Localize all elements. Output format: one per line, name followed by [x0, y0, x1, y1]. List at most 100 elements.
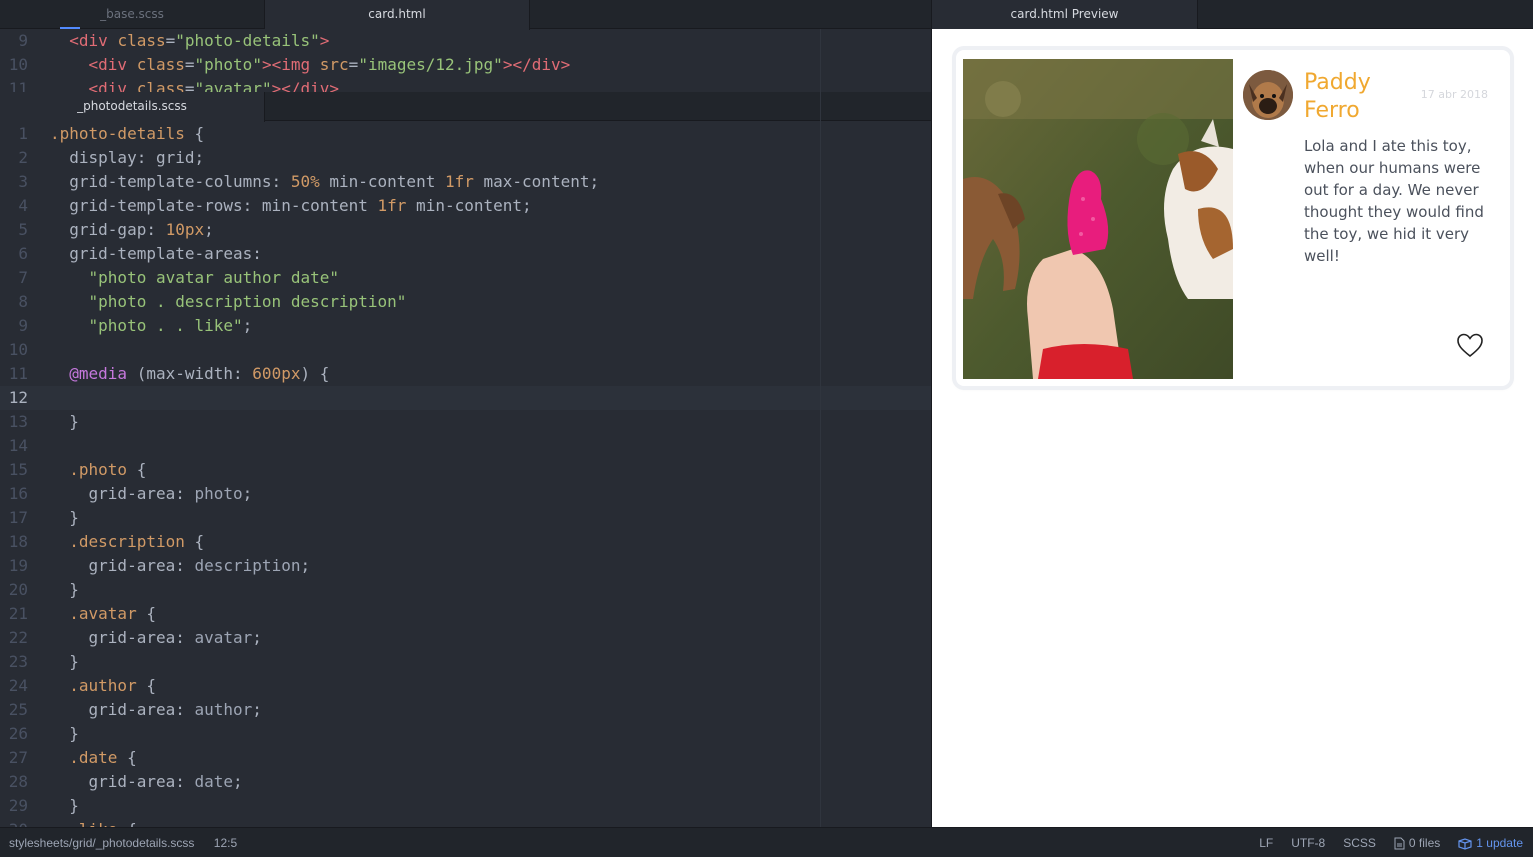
code-token: grid-template-rows: min-content	[50, 196, 378, 215]
status-bar: stylesheets/grid/_photodetails.scss 12:5…	[0, 827, 1533, 857]
code-line[interactable]: 15 .photo {	[0, 458, 931, 482]
tab-base-scss[interactable]: _base.scss	[0, 0, 265, 29]
code-line[interactable]: 24 .author {	[0, 674, 931, 698]
line-number: 24	[8, 676, 28, 695]
code-text: <div class="photo"><img src="images/12.j…	[50, 53, 571, 77]
code-line[interactable]: 25 grid-area: author;	[0, 698, 931, 722]
code-line[interactable]: 13 }	[0, 410, 931, 434]
code-line[interactable]: 10	[0, 338, 931, 362]
code-token: ) {	[300, 364, 330, 383]
code-line[interactable]: 5 grid-gap: 10px;	[0, 218, 931, 242]
encoding[interactable]: UTF-8	[1291, 828, 1325, 857]
code-line[interactable]: 8 "photo . description description"	[0, 290, 931, 314]
line-number: 30	[0, 818, 28, 827]
code-line[interactable]: 6 grid-template-areas:	[0, 242, 931, 266]
code-line[interactable]: 27 .date {	[0, 746, 931, 770]
code-text: }	[50, 410, 79, 434]
code-token: (max-width:	[127, 364, 253, 383]
code-view-photodetails-scss[interactable]: 1 .photo-details {2 display: grid; 3 grid-…	[0, 122, 931, 827]
package-icon	[1458, 838, 1472, 850]
code-line[interactable]: 29 }	[0, 794, 931, 818]
code-token: .photo-details	[50, 124, 185, 143]
code-token: "photo avatar author date"	[88, 268, 339, 287]
code-token: grid-area:	[50, 628, 195, 647]
code-token: {	[184, 124, 205, 143]
code-line[interactable]: 20 }	[0, 578, 931, 602]
dog-avatar-image	[1243, 70, 1293, 120]
tab-card-html[interactable]: card.html	[265, 0, 530, 30]
code-line[interactable]: 18 .description {	[0, 530, 931, 554]
file-path[interactable]: stylesheets/grid/_photodetails.scss	[9, 836, 194, 850]
code-line[interactable]: 4 grid-template-rows: min-content 1fr mi…	[0, 194, 931, 218]
code-line[interactable]: 9 <div class="photo-details">	[0, 29, 931, 53]
line-number: 26	[8, 724, 28, 743]
top-tab-bar: _base.scss card.html	[0, 0, 931, 30]
code-line[interactable]: 11 <div class="avatar"></div>	[0, 77, 931, 92]
code-text: grid-template-rows: min-content 1fr min-…	[50, 194, 531, 218]
git-files-status[interactable]: 0 files	[1394, 828, 1440, 857]
preview-pane[interactable]: card.html Preview Paddy Ferro 17 abr 201…	[931, 0, 1533, 827]
code-line[interactable]: 28 grid-area: date;	[0, 770, 931, 794]
line-number: 12	[8, 388, 28, 407]
code-line[interactable]: 14	[0, 434, 931, 458]
code-token: grid-gap:	[50, 220, 166, 239]
editor-pane[interactable]: _base.scss card.html 9 <div class="photo…	[0, 0, 931, 827]
code-text: }	[50, 794, 79, 818]
code-line[interactable]: 9 "photo . . like";	[0, 314, 931, 338]
code-token: src	[319, 55, 349, 74]
code-line[interactable]: 17 }	[0, 506, 931, 530]
code-view-card-html[interactable]: 9 <div class="photo-details"> 10 <div cla…	[0, 29, 931, 92]
code-line[interactable]: 12	[0, 386, 931, 410]
code-line[interactable]: 23 }	[0, 650, 931, 674]
code-token: grid-area:	[50, 772, 195, 791]
code-token: .like	[69, 820, 117, 827]
avatar[interactable]	[1243, 70, 1293, 120]
line-ending[interactable]: LF	[1259, 828, 1273, 857]
code-line[interactable]: 30 .like {	[0, 818, 931, 827]
code-line[interactable]: 10 <div class="photo"><img src="images/1…	[0, 53, 931, 77]
code-line[interactable]: 21 .avatar {	[0, 602, 931, 626]
code-text: grid-area: avatar;	[50, 626, 262, 650]
line-number: 27	[8, 748, 28, 767]
code-line[interactable]: 3 grid-template-columns: 50% min-content…	[0, 170, 931, 194]
tab-photodetails-scss[interactable]: _photodetails.scss	[0, 92, 265, 122]
code-token: }	[50, 652, 79, 671]
code-text: <div class="avatar"></div>	[50, 77, 339, 92]
line-number: 14	[8, 436, 28, 455]
update-notification[interactable]: 1 update	[1458, 828, 1523, 857]
line-number: 6	[18, 244, 28, 263]
code-text: "photo . . like";	[50, 314, 253, 338]
like-button[interactable]	[1455, 330, 1485, 360]
cursor-position[interactable]: 12:5	[214, 836, 237, 850]
code-token: class	[136, 55, 185, 74]
line-number: 11	[8, 364, 28, 383]
code-token: {	[117, 748, 137, 767]
code-token: class	[117, 31, 166, 50]
code-line[interactable]: 26 }	[0, 722, 931, 746]
code-token: ;	[242, 316, 253, 335]
code-line[interactable]: 2 display: grid;	[0, 146, 931, 170]
code-text: .like {	[50, 818, 136, 827]
code-text: "photo avatar author date"	[50, 266, 339, 290]
code-line[interactable]: 11 @media (max-width: 600px) {	[0, 362, 931, 386]
line-number: 1	[18, 124, 28, 143]
code-token: <div	[88, 55, 128, 74]
code-token: ;	[252, 700, 262, 719]
code-line[interactable]: 1 .photo-details {	[0, 122, 931, 146]
split-tab-bar: _photodetails.scss	[0, 92, 931, 122]
grammar-selector[interactable]: SCSS	[1343, 828, 1376, 857]
code-token: grid-template-columns:	[50, 172, 291, 191]
code-line[interactable]: 22 grid-area: avatar;	[0, 626, 931, 650]
author-name[interactable]: Paddy Ferro	[1304, 69, 1414, 125]
code-line[interactable]: 7 "photo avatar author date"	[0, 266, 931, 290]
code-token: "photo . . like"	[88, 316, 243, 335]
code-line[interactable]: 19 grid-area: description;	[0, 554, 931, 578]
code-token: }	[50, 412, 79, 431]
code-line[interactable]: 16 grid-area: photo;	[0, 482, 931, 506]
code-token: date	[194, 772, 234, 791]
tab-card-html-preview[interactable]: card.html Preview	[932, 0, 1198, 29]
